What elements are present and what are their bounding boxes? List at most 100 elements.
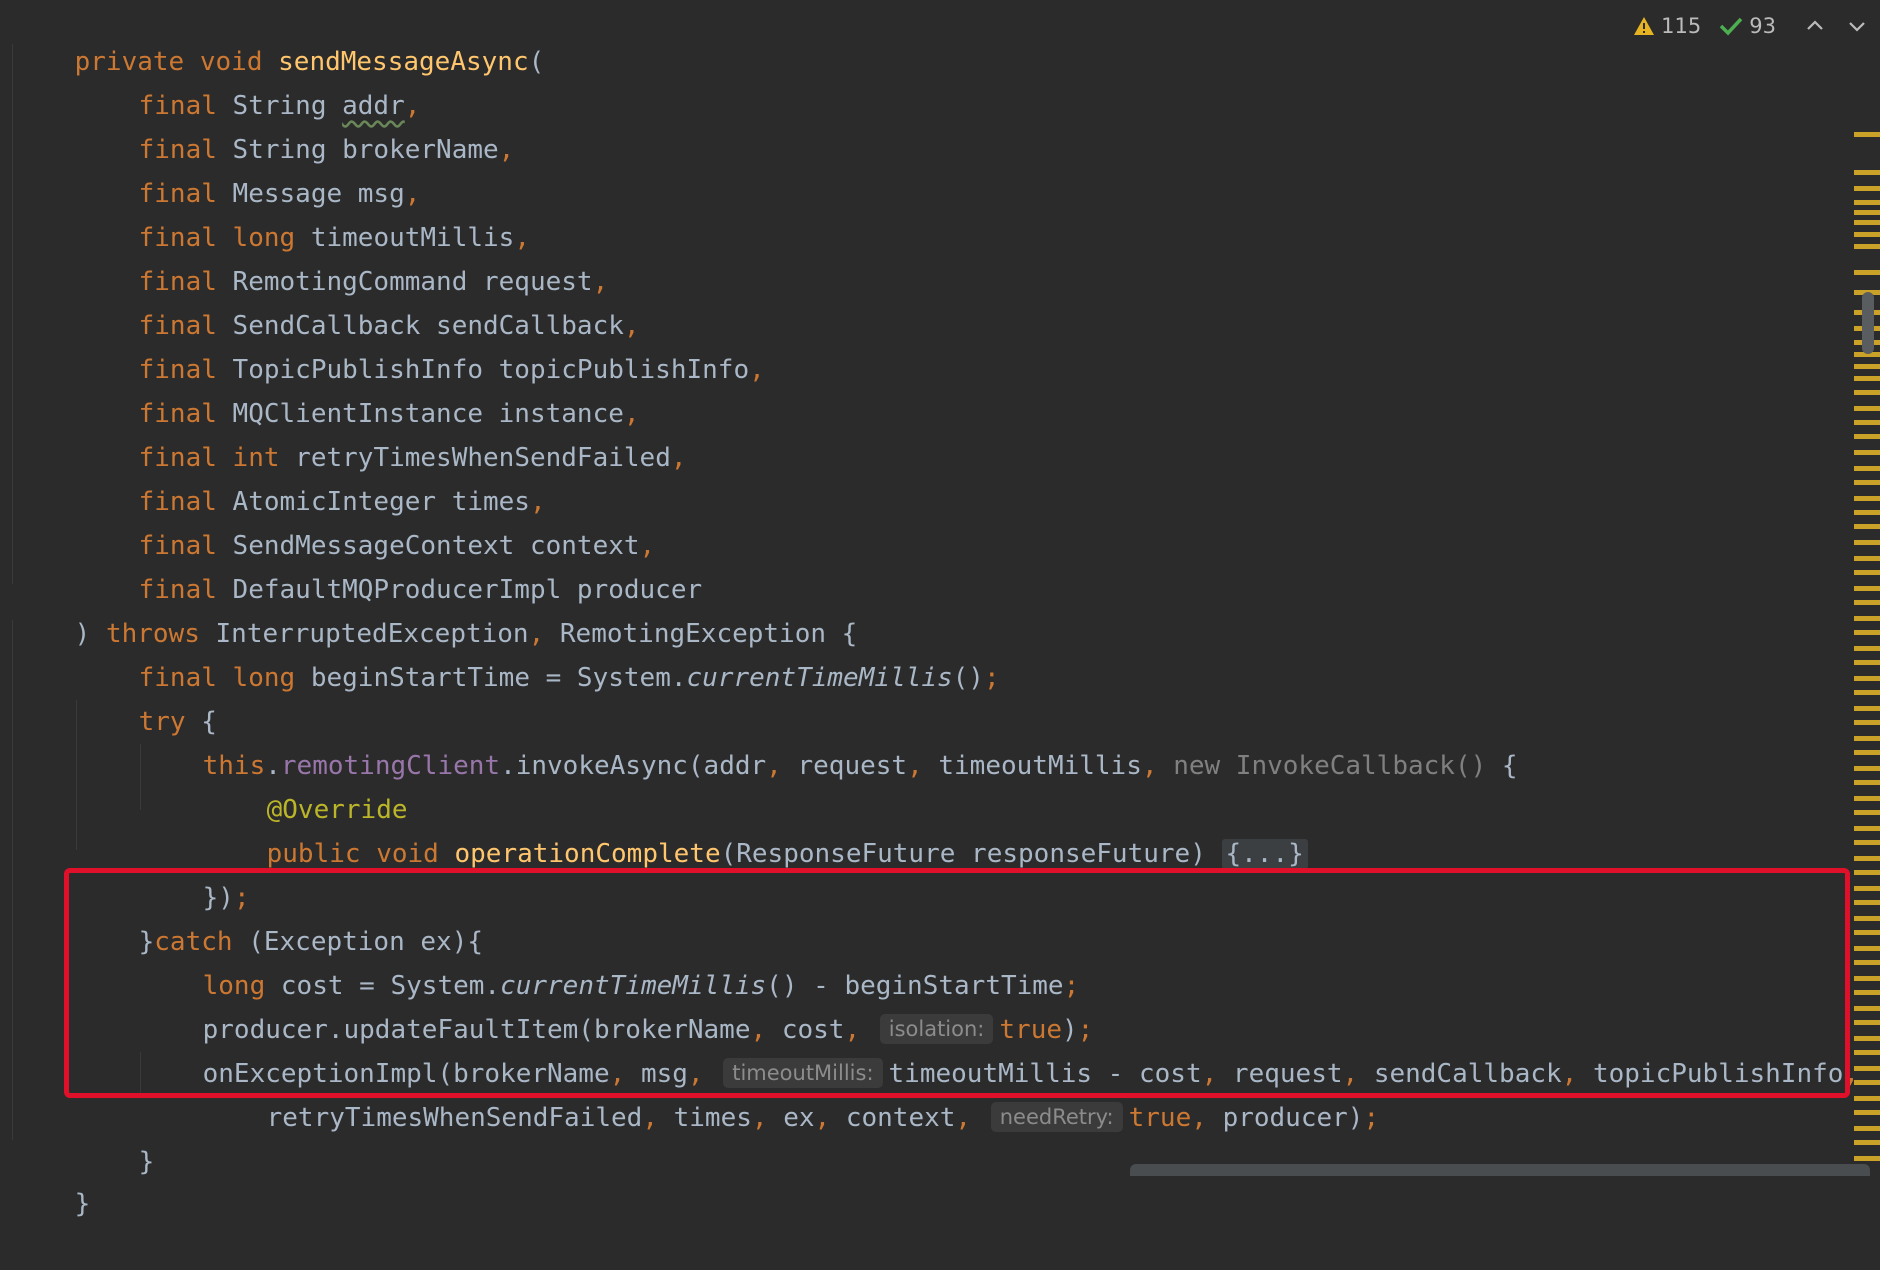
code-line-param[interactable]: final int retryTimesWhenSendFailed, <box>76 392 687 473</box>
warning-stripe-mark[interactable] <box>1854 434 1880 439</box>
warning-stripe-mark[interactable] <box>1854 676 1880 681</box>
warning-stripe-mark[interactable] <box>1854 826 1880 831</box>
code-line-param[interactable]: final SendMessageContext context, <box>76 480 656 561</box>
warning-stripe-mark[interactable] <box>1854 796 1880 801</box>
warning-stripe-mark[interactable] <box>1854 132 1880 137</box>
warning-stripe-mark[interactable] <box>1854 220 1880 225</box>
code-line-annotation[interactable]: @Override <box>204 744 408 825</box>
warning-stripe-mark[interactable] <box>1854 200 1880 205</box>
inspection-widget[interactable]: 115 93 <box>1633 6 1868 46</box>
warning-stripe-mark[interactable] <box>1854 1020 1880 1025</box>
warning-stripe-mark[interactable] <box>1854 810 1880 815</box>
code-line-param[interactable]: final AtomicInteger times, <box>76 436 546 517</box>
code-line-param[interactable]: final long timeoutMillis, <box>76 172 530 253</box>
warning-stripe-mark[interactable] <box>1854 586 1880 591</box>
code-line-method-signature[interactable]: private void sendMessageAsync( <box>12 0 545 77</box>
code-token: long <box>232 663 311 693</box>
code-line-begin-start-time[interactable]: final long beginStartTime = System.curre… <box>76 612 1000 693</box>
warning-stripe-mark[interactable] <box>1854 630 1880 635</box>
code-token: public <box>266 839 377 869</box>
code-token: (ResponseFuture responseFuture) <box>720 839 1222 869</box>
code-line-param[interactable]: final String addr, <box>76 40 421 121</box>
warning-stripe-mark[interactable] <box>1854 856 1880 861</box>
vertical-scrollbar-thumb[interactable] <box>1862 292 1874 354</box>
warning-stripe-mark[interactable] <box>1854 420 1880 425</box>
warning-stripe-mark[interactable] <box>1854 450 1880 455</box>
warning-stripe-mark[interactable] <box>1854 900 1880 905</box>
warning-stripe-mark[interactable] <box>1854 524 1880 529</box>
code-line-param[interactable]: final DefaultMQProducerImpl producer <box>76 524 703 605</box>
warning-stripe-mark[interactable] <box>1854 1096 1880 1101</box>
warning-stripe-mark[interactable] <box>1854 406 1880 411</box>
horizontal-scrollbar[interactable] <box>1130 1164 1870 1176</box>
warning-stripe-mark[interactable] <box>1854 364 1880 369</box>
code-line-close-catch[interactable]: } <box>76 1096 155 1177</box>
warning-stripe-mark[interactable] <box>1854 736 1880 741</box>
code-line-try[interactable]: try { <box>76 656 217 737</box>
code-line-param[interactable]: final MQClientInstance instance, <box>76 348 640 429</box>
warning-stripe-mark[interactable] <box>1854 690 1880 695</box>
warning-stripe-mark[interactable] <box>1854 916 1880 921</box>
warning-stripe-mark[interactable] <box>1854 1110 1880 1115</box>
warning-stripe-mark[interactable] <box>1854 706 1880 711</box>
warning-stripe-mark[interactable] <box>1854 510 1880 515</box>
warning-stripe-mark[interactable] <box>1854 210 1880 215</box>
warning-stripe-mark[interactable] <box>1854 870 1880 875</box>
warning-stripe-mark[interactable] <box>1854 556 1880 561</box>
warning-stripe-mark[interactable] <box>1854 1080 1880 1085</box>
warning-stripe-mark[interactable] <box>1854 1140 1880 1145</box>
warning-stripe-mark[interactable] <box>1854 390 1880 395</box>
warning-stripe-mark[interactable] <box>1854 976 1880 981</box>
warning-stripe-mark[interactable] <box>1854 1036 1880 1041</box>
warning-stripe-mark[interactable] <box>1854 960 1880 965</box>
folded-code-block[interactable]: {...} <box>1221 839 1308 869</box>
warnings-counter[interactable]: 115 <box>1633 14 1701 38</box>
warning-stripe-mark[interactable] <box>1854 1006 1880 1011</box>
warning-stripe-mark[interactable] <box>1854 946 1880 951</box>
warning-stripe-mark[interactable] <box>1854 616 1880 621</box>
warning-stripe-mark[interactable] <box>1854 270 1880 275</box>
check-icon <box>1720 17 1743 36</box>
warning-stripe-mark[interactable] <box>1854 540 1880 545</box>
code-token: , <box>1141 751 1174 781</box>
warning-stripe-mark[interactable] <box>1854 1066 1880 1071</box>
code-line-param[interactable]: final SendCallback sendCallback, <box>76 260 640 341</box>
code-line-close-method[interactable]: } <box>12 1138 91 1219</box>
code-line-invoke-async[interactable]: this.remotingClient.invokeAsync(addr, re… <box>140 700 1518 781</box>
code-line-param[interactable]: final TopicPublishInfo topicPublishInfo, <box>76 304 765 385</box>
code-token: times <box>673 1103 752 1133</box>
warning-stripe-mark[interactable] <box>1854 646 1880 651</box>
warning-stripe-mark[interactable] <box>1854 496 1880 501</box>
warning-stripe-mark[interactable] <box>1854 750 1880 755</box>
warning-stripe-mark[interactable] <box>1854 930 1880 935</box>
code-line-param[interactable]: final Message msg, <box>76 128 421 209</box>
warning-stripe-mark[interactable] <box>1854 466 1880 471</box>
warning-stripe-mark[interactable] <box>1854 570 1880 575</box>
warning-stripe-mark[interactable] <box>1854 780 1880 785</box>
chevron-down-icon[interactable] <box>1846 15 1868 37</box>
warning-stripe-mark[interactable] <box>1854 232 1880 237</box>
warning-stripe-mark[interactable] <box>1854 600 1880 605</box>
warning-stripe-mark[interactable] <box>1854 1156 1880 1161</box>
warning-stripe-mark[interactable] <box>1854 660 1880 665</box>
code-line-throws[interactable]: ) throws InterruptedException, RemotingE… <box>12 568 858 649</box>
warning-stripe-mark[interactable] <box>1854 480 1880 485</box>
warning-stripe-mark[interactable] <box>1854 720 1880 725</box>
warning-stripe-mark[interactable] <box>1854 766 1880 771</box>
warning-stripe-mark[interactable] <box>1854 1126 1880 1131</box>
error-stripe[interactable] <box>1852 100 1880 1176</box>
warning-stripe-mark[interactable] <box>1854 886 1880 891</box>
code-line-param[interactable]: final RemotingCommand request, <box>76 216 609 297</box>
warning-stripe-mark[interactable] <box>1854 840 1880 845</box>
code-line-operation-complete[interactable]: public void operationComplete(ResponseFu… <box>204 788 1308 869</box>
code-editor[interactable]: private void sendMessageAsync( final Str… <box>0 0 1880 1219</box>
chevron-up-icon[interactable] <box>1804 15 1826 37</box>
warning-stripe-mark[interactable] <box>1854 990 1880 995</box>
warning-stripe-mark[interactable] <box>1854 1050 1880 1055</box>
weak-warnings-counter[interactable]: 93 <box>1719 14 1776 38</box>
code-line-param[interactable]: final String brokerName, <box>76 84 515 165</box>
warning-stripe-mark[interactable] <box>1854 170 1880 175</box>
warning-stripe-mark[interactable] <box>1854 244 1880 249</box>
warning-stripe-mark[interactable] <box>1854 186 1880 191</box>
warning-stripe-mark[interactable] <box>1854 376 1880 381</box>
